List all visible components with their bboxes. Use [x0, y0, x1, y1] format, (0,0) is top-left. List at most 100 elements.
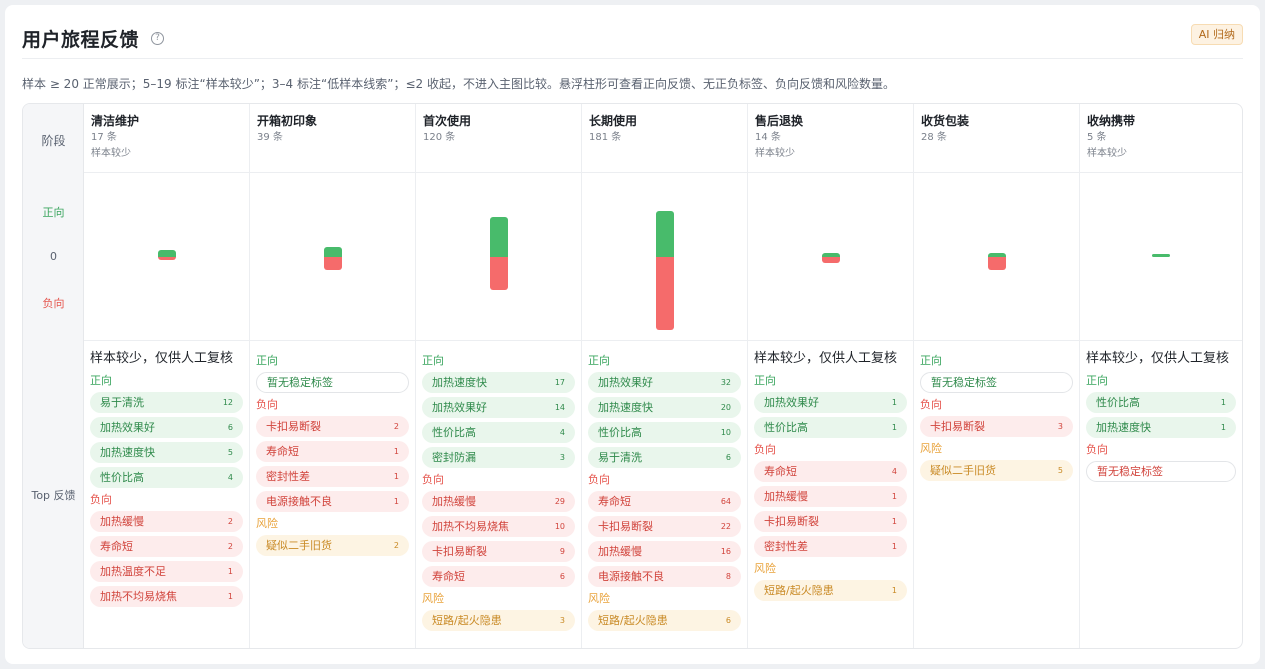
feedback-tag[interactable]: 性价比高 4	[90, 467, 243, 488]
feedback-tag[interactable]: 性价比高 1	[754, 417, 907, 438]
feedback-tag[interactable]: 疑似二手旧货 2	[256, 535, 409, 556]
feedback-tag-count: 2	[227, 517, 233, 526]
negative-bar[interactable]	[821, 257, 840, 263]
feedback-tag[interactable]: 密封防漏 3	[422, 447, 575, 468]
stage-header: 清洁维护 17 条样本较少	[84, 104, 249, 173]
feedback-tag-count: 22	[720, 522, 731, 531]
positive-bar[interactable]	[655, 210, 674, 257]
feedback-tag-label: 性价比高	[764, 421, 808, 434]
feedback-tag[interactable]: 加热效果好 1	[754, 392, 907, 413]
negative-bar[interactable]	[323, 257, 342, 271]
stage-header: 首次使用 120 条	[416, 104, 581, 173]
feedback-tag[interactable]: 加热缓慢 16	[588, 541, 741, 562]
feedback-tag[interactable]: 寿命短 6	[422, 566, 575, 587]
feedback-tag[interactable]: 短路/起火隐患 3	[422, 610, 575, 631]
feedback-tag-count: 1	[1220, 423, 1226, 432]
stage-header: 收货包装 28 条	[914, 104, 1079, 173]
feedback-section-neg: 负向	[1086, 443, 1108, 456]
feedback-tag[interactable]: 卡扣易断裂 22	[588, 516, 741, 537]
help-icon[interactable]: ?	[151, 31, 165, 45]
stage-count: 17 条	[91, 132, 117, 143]
feedback-tag-label: 密封性差	[266, 470, 310, 483]
feedback-tag[interactable]: 加热不均易烧焦 10	[422, 516, 575, 537]
positive-bar[interactable]	[323, 247, 342, 257]
feedback-tag[interactable]: 密封性差 1	[256, 466, 409, 487]
feedback-tag-count: 1	[393, 447, 399, 456]
stage-count: 28 条	[921, 132, 947, 143]
feedback-tag-count: 3	[559, 453, 565, 462]
feedback-tag[interactable]: 短路/起火隐患 1	[754, 580, 907, 601]
stage-name: 首次使用	[423, 114, 472, 128]
feedback-tag[interactable]: 暂无稳定标签	[256, 372, 409, 393]
feedback-tag[interactable]: 寿命短 2	[90, 536, 243, 557]
stage-count: 120 条	[423, 132, 456, 143]
feedback-tag[interactable]: 寿命短 4	[754, 461, 907, 482]
feedback-tag-count: 6	[559, 572, 565, 581]
feedback-tag-label: 卡扣易断裂	[266, 420, 321, 433]
top-feedback-cell: 样本较少，仅供人工复核 正向 加热效果好 1 性价比高 1 负向 寿命短 4 加热缓慢 1 卡扣易断裂…	[748, 341, 913, 605]
feedback-tag[interactable]: 加热速度快 20	[588, 397, 741, 418]
stage-column: 售后退换 14 条样本较少 样本较少，仅供人工复核 正向 加热效果好 1 性价比高 1 负向 寿命…	[748, 104, 914, 648]
feedback-tag-count: 1	[891, 423, 897, 432]
feedback-tag[interactable]: 卡扣易断裂 9	[422, 541, 575, 562]
feedback-tag-count: 3	[559, 616, 565, 625]
negative-bar[interactable]	[489, 257, 508, 290]
feedback-tag[interactable]: 寿命短 64	[588, 491, 741, 512]
feedback-tag[interactable]: 加热缓慢 29	[422, 491, 575, 512]
feedback-tag[interactable]: 卡扣易断裂 1	[754, 511, 907, 532]
feedback-tag[interactable]: 加热缓慢 1	[754, 486, 907, 507]
feedback-tag[interactable]: 加热缓慢 2	[90, 511, 243, 532]
positive-bar[interactable]	[489, 217, 508, 257]
feedback-tag[interactable]: 电源接触不良 1	[256, 491, 409, 512]
feedback-tag[interactable]: 加热温度不足 1	[90, 561, 243, 582]
feedback-tag-label: 加热缓慢	[764, 490, 808, 503]
feedback-section-risk: 风险	[256, 517, 278, 530]
feedback-tag[interactable]: 暂无稳定标签	[920, 372, 1073, 393]
feedback-tag[interactable]: 卡扣易断裂 2	[256, 416, 409, 437]
negative-bar[interactable]	[655, 257, 674, 331]
feedback-tag-label: 加热不均易烧焦	[100, 590, 177, 603]
feedback-tag[interactable]: 加热速度快 17	[422, 372, 575, 393]
feedback-tag-label: 加热效果好	[598, 376, 653, 389]
feedback-tag[interactable]: 加热速度快 1	[1086, 417, 1236, 438]
feedback-tag[interactable]: 密封性差 1	[754, 536, 907, 557]
negative-bar[interactable]	[987, 257, 1006, 271]
feedback-tag[interactable]: 易于清洗 12	[90, 392, 243, 413]
feedback-tag[interactable]: 性价比高 4	[422, 422, 575, 443]
feedback-tag-count: 10	[554, 522, 565, 531]
top-feedback-cell: 正向 暂无稳定标签 负向 卡扣易断裂 2 寿命短 1 密封性差 1 电源接触不良 1 风险 疑似二手旧货…	[250, 341, 415, 560]
feedback-tag[interactable]: 加热效果好 6	[90, 417, 243, 438]
feedback-tag[interactable]: 加热效果好 14	[422, 397, 575, 418]
feedback-section-pos: 正向	[90, 374, 112, 387]
feedback-tag[interactable]: 性价比高 1	[1086, 392, 1236, 413]
feedback-section-pos: 正向	[920, 354, 942, 367]
feedback-tag[interactable]: 寿命短 1	[256, 441, 409, 462]
feedback-tag-label: 性价比高	[598, 426, 642, 439]
positive-bar[interactable]	[157, 249, 176, 257]
feedback-tag-label: 加热速度快	[598, 401, 653, 414]
feedback-section-pos: 正向	[1086, 374, 1108, 387]
feedback-tag[interactable]: 易于清洗 6	[588, 447, 741, 468]
feedback-tag-label: 卡扣易断裂	[432, 545, 487, 558]
feedback-tag[interactable]: 电源接触不良 8	[588, 566, 741, 587]
stage-bar-chart	[582, 173, 747, 341]
feedback-tag[interactable]: 性价比高 10	[588, 422, 741, 443]
positive-bar[interactable]	[1152, 254, 1170, 257]
feedback-tag[interactable]: 短路/起火隐患 6	[588, 610, 741, 631]
feedback-tag[interactable]: 卡扣易断裂 3	[920, 416, 1073, 437]
feedback-tag[interactable]: 疑似二手旧货 5	[920, 460, 1073, 481]
stage-name: 清洁维护	[91, 114, 140, 128]
stage-note: 样本较少	[1087, 148, 1127, 159]
feedback-tag-label: 短路/起火隐患	[598, 614, 668, 627]
ai-summary-badge[interactable]: AI 归纳	[1190, 24, 1243, 45]
feedback-tag[interactable]: 加热不均易烧焦 1	[90, 586, 243, 607]
feedback-tag-label: 加热效果好	[432, 401, 487, 414]
stage-bar-chart	[748, 173, 913, 341]
stage-header: 长期使用 181 条	[582, 104, 747, 173]
negative-bar[interactable]	[157, 257, 176, 260]
feedback-tag[interactable]: 暂无稳定标签	[1086, 461, 1236, 482]
feedback-tag-count: 5	[1057, 466, 1063, 475]
feedback-tag[interactable]: 加热效果好 32	[588, 372, 741, 393]
feedback-tag[interactable]: 加热速度快 5	[90, 442, 243, 463]
feedback-tag-label: 疑似二手旧货	[266, 539, 332, 552]
